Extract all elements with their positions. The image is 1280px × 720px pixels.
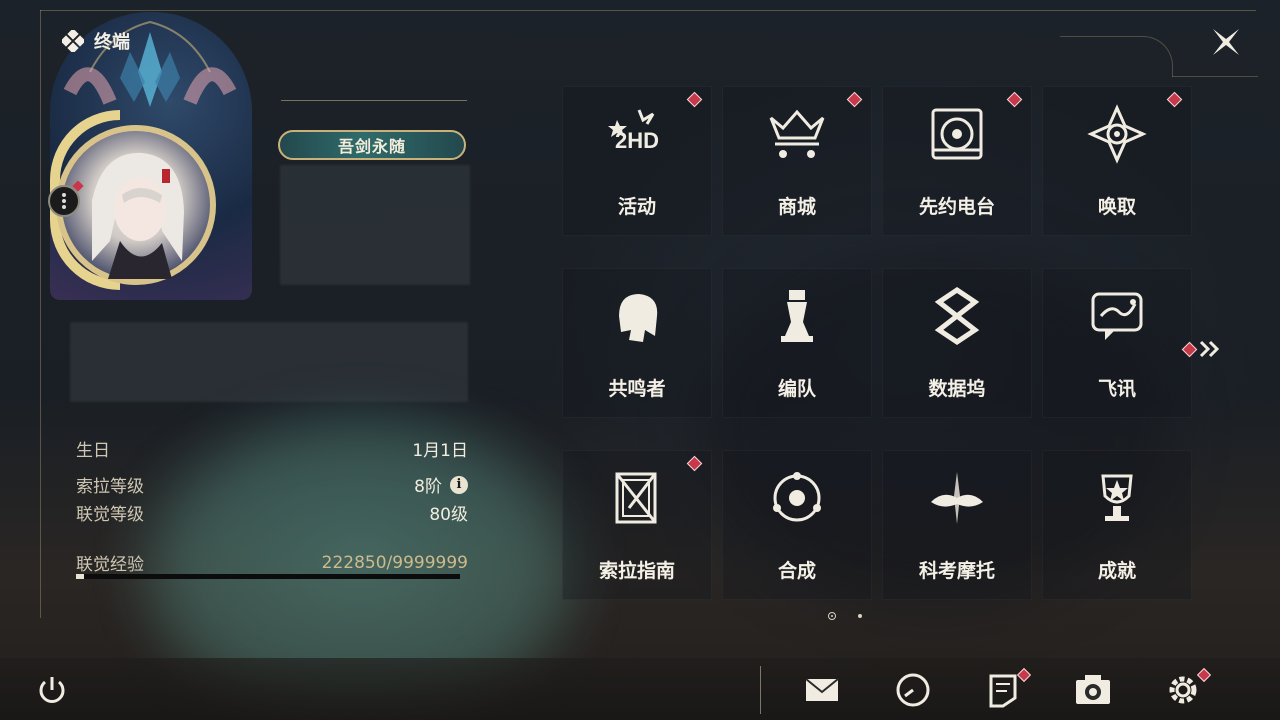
page-indicator [828, 612, 862, 620]
union-exp-label: 联觉经验 [76, 555, 144, 575]
menu-item-0[interactable]: 2HD 活动 [562, 86, 712, 236]
birthday-label: 生日 [76, 441, 110, 461]
close-icon [1213, 29, 1239, 55]
menu-item-5[interactable]: 编队 [722, 268, 872, 418]
double-chevron-right-icon [1199, 340, 1220, 358]
shop-crown-cart-icon [769, 109, 825, 158]
achievement-trophy-icon [1101, 474, 1133, 521]
title-badge-text: 吾剑永随 [337, 137, 406, 156]
page-dot-active[interactable] [828, 612, 836, 620]
union-exp-value: 222850/9999999 [321, 552, 468, 573]
menu-item-label: 活动 [617, 196, 656, 218]
menu-item-3[interactable]: 唤取 [1042, 86, 1192, 236]
menu-item-label: 先约电台 [918, 196, 995, 218]
resonator-head-icon [619, 294, 658, 342]
title-badge[interactable]: 吾剑永随 [278, 130, 466, 160]
data-bank-icon [934, 286, 980, 346]
power-button[interactable] [32, 670, 72, 710]
menu-item-4[interactable]: 共鸣者 [562, 268, 712, 418]
sol-rank-label: 索拉等级 [76, 477, 144, 497]
union-level-value: 80级 [429, 505, 468, 525]
info-icon[interactable]: i [450, 475, 468, 494]
menu-item-2[interactable]: 先约电台 [882, 86, 1032, 236]
terminal-header: 终端 [62, 28, 130, 54]
notice-button[interactable] [983, 667, 1032, 710]
settings-gear-button[interactable] [1163, 667, 1212, 710]
menu-item-label: 数据坞 [928, 378, 986, 400]
menu-item-label: 成就 [1097, 560, 1136, 582]
info-row-union-level: 联觉等级 80级 [76, 500, 468, 525]
mail-icon [805, 678, 839, 701]
next-page-button[interactable] [1181, 340, 1221, 358]
page-title: 终端 [94, 32, 130, 53]
synthesis-orbit-icon [773, 472, 821, 522]
motorbike-icon [931, 472, 983, 524]
frame-top-line [40, 10, 1256, 11]
info-row-birthday: 生日 1月1日 [76, 436, 468, 461]
menu-item-9[interactable]: 合成 [722, 450, 872, 600]
camera-button[interactable] [1073, 670, 1113, 710]
player-name-blurred [280, 165, 470, 285]
team-chess-icon [781, 290, 813, 342]
message-chat-icon [1091, 292, 1143, 340]
frame-corner [1060, 36, 1173, 77]
close-button[interactable] [1208, 24, 1244, 60]
menu-item-6[interactable]: 数据坞 [882, 268, 1032, 418]
guide-book-icon [615, 472, 657, 524]
menu-item-7[interactable]: 飞讯 [1042, 268, 1192, 418]
menu-item-label: 索拉指南 [598, 560, 675, 582]
menu-item-label: 飞讯 [1097, 378, 1136, 400]
avatar[interactable] [56, 125, 216, 285]
frame-left-line [40, 10, 41, 618]
camera-icon [1076, 675, 1110, 704]
signature-blurred [70, 322, 468, 402]
menu-item-label: 科考摩托 [918, 560, 995, 582]
terminal-diamond-icon [62, 30, 84, 52]
event-2hd-icon: 2HD [608, 109, 659, 153]
next-page-notification-dot [1181, 341, 1198, 357]
menu-item-label: 商城 [777, 196, 816, 218]
menu-item-10[interactable]: 科考摩托 [882, 450, 1032, 600]
union-exp-progress-bar [76, 574, 460, 579]
clock-icon [896, 673, 930, 707]
menu-item-label: 共鸣者 [608, 378, 666, 400]
menu-item-1[interactable]: 商城 [722, 86, 872, 236]
avatar-character-icon [92, 152, 184, 279]
menu-item-label: 合成 [777, 560, 816, 582]
clock-button[interactable] [893, 670, 933, 710]
info-row-sol-rank: 索拉等级 8阶 i [76, 472, 468, 497]
sol-rank-value: 8阶 [414, 477, 442, 497]
union-level-label: 联觉等级 [76, 505, 144, 525]
convene-star-icon [1087, 104, 1147, 164]
frame-corner-line [1172, 76, 1258, 77]
bottom-divider [760, 666, 761, 714]
union-exp-progress-fill [76, 574, 85, 579]
menu-item-label: 编队 [777, 378, 816, 400]
power-icon [39, 677, 65, 703]
mail-button[interactable] [802, 670, 842, 710]
title-divider [281, 100, 467, 101]
menu-item-11[interactable]: 成就 [1042, 450, 1192, 600]
page-dot[interactable] [858, 614, 862, 618]
menu-item-8[interactable]: 索拉指南 [562, 450, 712, 600]
info-row-union-exp: 联觉经验 222850/9999999 [76, 550, 468, 576]
menu-item-label: 唤取 [1097, 196, 1136, 218]
radio-record-icon [931, 108, 983, 160]
birthday-value: 1月1日 [412, 441, 468, 461]
